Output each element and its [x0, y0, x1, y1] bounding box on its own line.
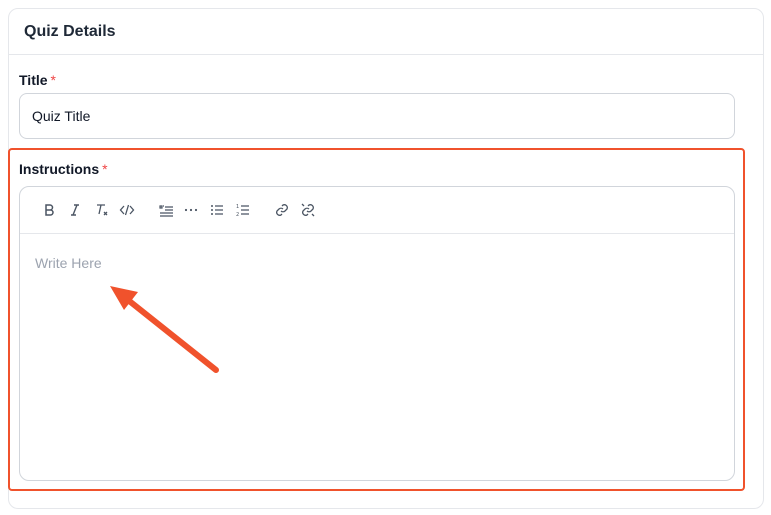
card-title: Quiz Details [24, 22, 116, 40]
title-input[interactable] [19, 93, 735, 139]
bullet-list-icon[interactable] [207, 200, 227, 220]
editor-toolbar: 12 [20, 187, 734, 234]
italic-icon[interactable] [65, 200, 85, 220]
rich-text-editor: 12 Write Here [19, 186, 735, 481]
clear-format-icon[interactable] [92, 200, 112, 220]
card-header: Quiz Details [9, 9, 763, 55]
instructions-label-text: Instructions [19, 161, 100, 177]
required-mark: * [50, 72, 56, 88]
horizontal-rule-icon[interactable] [181, 200, 201, 220]
bold-icon[interactable] [39, 200, 59, 220]
instructions-label: Instructions * [19, 161, 108, 177]
code-icon[interactable] [117, 200, 137, 220]
editor-placeholder: Write Here [35, 255, 102, 271]
svg-text:2: 2 [236, 212, 239, 218]
instructions-editor-area[interactable]: Write Here [20, 235, 734, 480]
title-label: Title * [19, 72, 56, 88]
blockquote-icon[interactable] [156, 200, 176, 220]
required-mark: * [102, 161, 108, 177]
ordered-list-icon[interactable]: 12 [233, 200, 253, 220]
link-icon[interactable] [272, 200, 292, 220]
title-label-text: Title [19, 72, 48, 88]
svg-text:1: 1 [236, 204, 239, 210]
unlink-icon[interactable] [298, 200, 318, 220]
